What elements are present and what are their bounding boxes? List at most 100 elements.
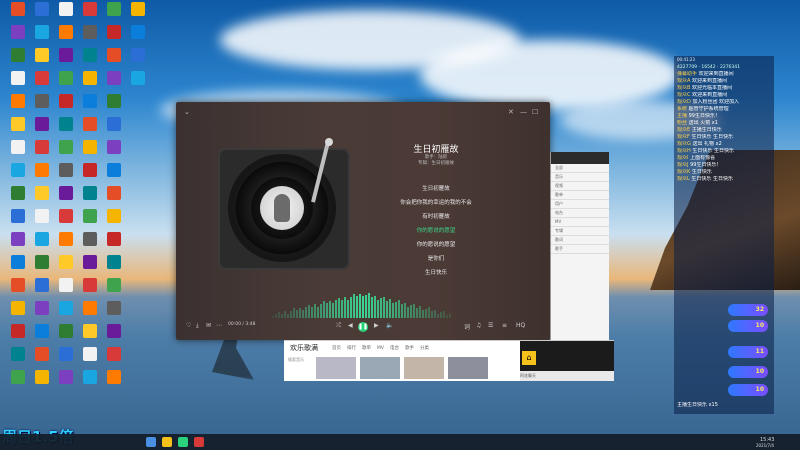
desktop-shortcut-icon[interactable] (6, 278, 30, 292)
desktop-shortcut-icon[interactable] (102, 48, 126, 62)
start-icon[interactable] (146, 437, 156, 447)
desktop-shortcut-icon[interactable] (102, 117, 126, 131)
like-icon[interactable]: ♡ (186, 322, 191, 329)
side-list-row[interactable]: 用户 (551, 200, 609, 209)
desktop-shortcut-icon[interactable] (78, 370, 102, 384)
desktop-shortcut-icon[interactable] (30, 209, 54, 223)
desktop-shortcut-icon[interactable] (6, 71, 30, 85)
desktop-shortcut-icon[interactable] (102, 25, 126, 39)
side-list-row[interactable]: 电台 (551, 209, 609, 218)
desktop-shortcut-icon[interactable] (30, 163, 54, 177)
desktop-shortcut-icon[interactable] (6, 94, 30, 108)
desktop-shortcut-icon[interactable] (126, 2, 150, 16)
desktop-shortcut-icon[interactable] (30, 278, 54, 292)
desktop-shortcut-icon[interactable] (78, 71, 102, 85)
desktop-shortcut-icon[interactable] (54, 140, 78, 154)
desktop-shortcut-icon[interactable] (54, 347, 78, 361)
desktop-shortcut-icon[interactable] (102, 186, 126, 200)
music-browser-window[interactable]: 欢乐歌满 首页 排行 歌单 MV 电台 歌手 分类 搜索音乐 ⌂ 阿花聊天 (284, 340, 614, 381)
desktop-shortcut-icon[interactable] (102, 347, 126, 361)
desktop-shortcut-icon[interactable] (6, 209, 30, 223)
desktop-shortcut-icon[interactable] (78, 94, 102, 108)
desktop-shortcut-icon[interactable] (6, 186, 30, 200)
browser-tab[interactable]: 歌单 (362, 346, 371, 351)
desktop-shortcut-icon[interactable] (102, 301, 126, 315)
side-list-row[interactable]: MV (551, 218, 609, 227)
effects-icon[interactable]: ♫ (476, 322, 481, 329)
desktop-shortcut-icon[interactable] (102, 278, 126, 292)
taskbar[interactable]: 15:43 2021/7/4 (0, 434, 800, 450)
thumbnail-3[interactable] (404, 357, 444, 379)
desktop-shortcut-icon[interactable] (54, 370, 78, 384)
desktop-shortcut-icon[interactable] (54, 209, 78, 223)
desktop-shortcut-icon[interactable] (102, 71, 126, 85)
desktop-shortcut-icon[interactable] (6, 140, 30, 154)
desktop-shortcut-icon[interactable] (102, 255, 126, 269)
desktop-shortcut-icon[interactable] (78, 2, 102, 16)
browser-tab[interactable]: 排行 (347, 346, 356, 351)
desktop-shortcut-icon[interactable] (78, 163, 102, 177)
desktop-shortcut-icon[interactable] (78, 347, 102, 361)
desktop-shortcut-icon[interactable] (30, 117, 54, 131)
desktop-shortcut-icon[interactable] (30, 232, 54, 246)
desktop-shortcut-icon[interactable] (6, 232, 30, 246)
desktop-shortcut-icon[interactable] (30, 25, 54, 39)
thumbnail-1[interactable] (316, 357, 356, 379)
browser-icon[interactable] (194, 437, 204, 447)
minimize-icon[interactable]: — (520, 108, 527, 116)
thumbnail-2[interactable] (360, 357, 400, 379)
search-hint[interactable]: 搜索音乐 (288, 357, 312, 379)
desktop-shortcut-icon[interactable] (102, 94, 126, 108)
pause-button[interactable]: ❚❚ (358, 322, 368, 332)
desktop-shortcut-icon[interactable] (30, 2, 54, 16)
desktop-shortcut-icon[interactable] (30, 186, 54, 200)
desktop-shortcut-icon[interactable] (126, 48, 150, 62)
side-list-row[interactable]: 视频 (551, 182, 609, 191)
browser-tab[interactable]: 首页 (332, 346, 341, 351)
side-list-row[interactable]: 专辑 (551, 227, 609, 236)
desktop-shortcut-icon[interactable] (78, 209, 102, 223)
side-list-row[interactable]: 歌词 (551, 236, 609, 245)
desktop-shortcut-icon[interactable] (78, 301, 102, 315)
explorer-icon[interactable] (162, 437, 172, 447)
more-icon[interactable]: ⋯ (216, 322, 222, 329)
desktop-shortcut-icon[interactable] (78, 117, 102, 131)
maximize-icon[interactable]: ☐ (532, 108, 538, 116)
playlist-icon[interactable]: ☰ (488, 322, 493, 329)
desktop-shortcut-icon[interactable] (30, 347, 54, 361)
desktop-shortcut-icon[interactable] (78, 186, 102, 200)
desktop-shortcut-icon[interactable] (6, 48, 30, 62)
lyrics-toggle-icon[interactable]: 词 (464, 322, 470, 331)
comment-icon[interactable]: ✉ (206, 322, 211, 329)
side-list-row[interactable]: 全部 (551, 164, 609, 173)
music-player-window[interactable]: ⌄ ✕ — ☐ 生日初雁故 歌手：陆新 专辑：生日初雁故 生日初雁故 你会把你我的… (176, 102, 550, 340)
desktop-shortcut-icon[interactable] (102, 140, 126, 154)
desktop-shortcut-icon[interactable] (30, 255, 54, 269)
desktop-shortcut-icon[interactable] (6, 25, 30, 39)
desktop-shortcut-icon[interactable] (54, 2, 78, 16)
desktop-shortcut-icon[interactable] (126, 25, 150, 39)
desktop-shortcut-icon[interactable] (30, 140, 54, 154)
collapse-icon[interactable]: ⌄ (184, 108, 190, 116)
desktop-shortcut-icon[interactable] (54, 94, 78, 108)
desktop-shortcut-icon[interactable] (54, 301, 78, 315)
desktop-shortcut-icon[interactable] (6, 163, 30, 177)
volume-icon[interactable]: 🔈 (386, 322, 393, 329)
quality-icon[interactable]: HQ (516, 322, 525, 329)
desktop-shortcut-icon[interactable] (6, 324, 30, 338)
prev-icon[interactable]: ◀ (348, 322, 353, 329)
desktop-shortcut-icon[interactable] (102, 232, 126, 246)
desktop-shortcut-icon[interactable] (78, 324, 102, 338)
desktop-shortcut-icon[interactable] (102, 2, 126, 16)
desktop-shortcut-icon[interactable] (30, 71, 54, 85)
desktop-shortcut-icon[interactable] (126, 71, 150, 85)
desktop-shortcut-icon[interactable] (78, 255, 102, 269)
live-chat-panel[interactable]: 00:41:23 4227709 · 16542 · 2276341 弹幕助手 … (674, 56, 774, 414)
desktop-shortcut-icon[interactable] (102, 324, 126, 338)
desktop-shortcut-icon[interactable] (102, 209, 126, 223)
queue-icon[interactable]: ≡ (502, 322, 507, 329)
desktop-shortcut-icon[interactable] (54, 25, 78, 39)
desktop-shortcut-icon[interactable] (30, 48, 54, 62)
desktop-shortcut-icon[interactable] (54, 232, 78, 246)
desktop-shortcut-icon[interactable] (30, 94, 54, 108)
